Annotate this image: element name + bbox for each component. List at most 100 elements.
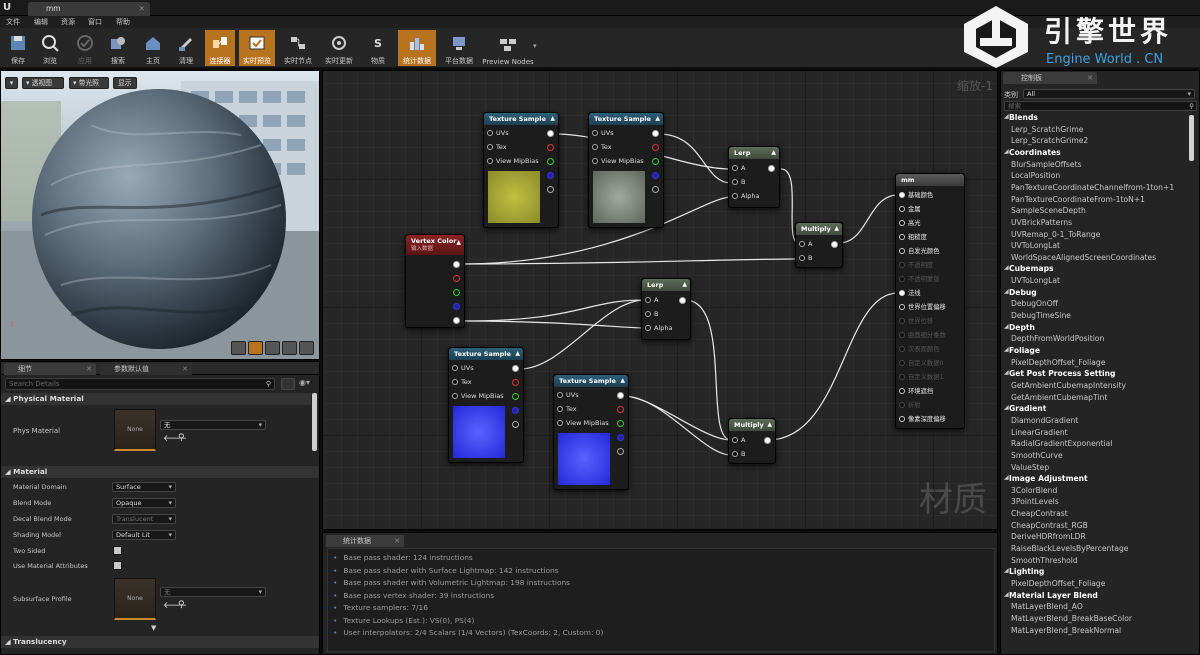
details-scrollbar[interactable] <box>312 393 317 451</box>
palette-item[interactable]: Lerp_ScratchGrime2 <box>1011 136 1200 145</box>
output-g-pin[interactable] <box>453 289 460 296</box>
menu-edit[interactable]: 编辑 <box>34 17 48 27</box>
shading-model-select[interactable]: Default Lit <box>112 530 176 540</box>
palette-item[interactable]: BlurSampleOffsets <box>1011 160 1200 169</box>
pin-tex[interactable]: Tex <box>557 405 577 413</box>
connector-button[interactable]: 连接器 <box>205 30 235 66</box>
pin-alpha[interactable]: Alpha <box>645 324 672 332</box>
output-r-pin[interactable] <box>652 144 659 151</box>
platform-stats-button[interactable]: 平台数据 <box>440 30 478 66</box>
teapot-shape-icon[interactable] <box>299 341 314 355</box>
preview-nodes-button[interactable]: Preview Nodes <box>480 30 536 66</box>
tab-details[interactable]: 细节 ✕ <box>4 363 96 375</box>
palette-item[interactable]: DebugTimeSine <box>1011 311 1200 320</box>
collapse-chevron-icon[interactable]: ▲ <box>834 225 839 232</box>
palette-item[interactable]: UVBrickPatterns <box>1011 218 1200 227</box>
phys-material-select[interactable]: 无 <box>160 420 266 430</box>
result-input-pin[interactable]: 自发光颜色 <box>899 246 939 255</box>
result-input-pin[interactable]: 世界位置偏移 <box>899 302 946 311</box>
browse-button[interactable]: 浏览 <box>36 30 64 66</box>
eye-icon[interactable]: ◉▾ <box>299 378 310 387</box>
menu-assets[interactable]: 资源 <box>61 17 75 27</box>
material-domain-select[interactable]: Surface <box>112 482 176 492</box>
result-input-pin[interactable]: 自定义数据1 <box>899 372 944 381</box>
stats-button[interactable]: 统计数据 <box>398 30 436 66</box>
palette-item[interactable]: GetAmbientCubemapTint <box>1011 393 1200 402</box>
output-g-pin[interactable] <box>652 158 659 165</box>
subsurface-profile-select[interactable]: 无 <box>160 587 266 597</box>
pin-tex[interactable]: Tex <box>592 143 612 151</box>
palette-item[interactable]: ValueStep <box>1011 463 1200 472</box>
pin-view-mipbias[interactable]: View MipBias <box>592 157 644 165</box>
output-rgb-pin[interactable] <box>547 130 554 137</box>
menu-file[interactable]: 文件 <box>6 17 20 27</box>
output-rgb-pin[interactable] <box>652 130 659 137</box>
pin-view-mipbias[interactable]: View MipBias <box>452 392 504 400</box>
pin-uvs[interactable]: UVs <box>592 129 614 137</box>
pin-uvs[interactable]: UVs <box>487 129 509 137</box>
output-g-pin[interactable] <box>547 158 554 165</box>
result-input-pin[interactable]: 世界位移 <box>899 316 933 325</box>
sphere-shape-icon[interactable] <box>248 341 263 355</box>
blend-mode-select[interactable]: Opaque <box>112 498 176 508</box>
substance-button[interactable]: S 物质 <box>364 30 392 66</box>
palette-item[interactable]: LinearGradient <box>1011 428 1200 437</box>
palette-item[interactable]: DeriveHDRfromLDR <box>1011 532 1200 541</box>
lit-button[interactable]: ▾ 带光照 <box>69 77 109 89</box>
tab-parameter-defaults[interactable]: 参数默认值 ✕ <box>100 363 192 375</box>
multiply-node[interactable]: Multiply ▲ A B <box>795 222 843 268</box>
material-result-node[interactable]: mm 基础颜色 金属 高光 粗糙度 自发光颜色 不透明度 不透明蒙版 法线 世界位置偏移 世界位移… <box>895 173 965 429</box>
pin-tex[interactable]: Tex <box>487 143 507 151</box>
subsurface-profile-thumbnail[interactable]: None <box>114 578 156 620</box>
palette-item[interactable]: DepthFromWorldPosition <box>1011 334 1200 343</box>
result-input-pin[interactable]: 不透明蒙版 <box>899 274 939 283</box>
asset-tab[interactable]: mm ✕ <box>28 2 150 16</box>
result-input-pin[interactable]: 不透明度 <box>899 260 933 269</box>
palette-item[interactable]: GetAmbientCubemapIntensity <box>1011 381 1200 390</box>
collapse-chevron-icon[interactable]: ▲ <box>515 350 520 357</box>
collapse-chevron-icon[interactable]: ▲ <box>550 115 555 122</box>
palette-item[interactable]: WorldSpaceAlignedScreenCoordinates <box>1011 253 1200 262</box>
result-input-pin[interactable]: 法线 <box>899 288 921 297</box>
collapse-chevron-icon[interactable]: ▲ <box>767 421 772 428</box>
output-b-pin[interactable] <box>453 303 460 310</box>
collapse-chevron-icon[interactable]: ▲ <box>620 377 625 384</box>
pin-alpha[interactable]: Alpha <box>732 192 759 200</box>
result-input-pin[interactable]: 高光 <box>899 218 921 227</box>
toolbar-overflow-chevron-icon[interactable]: ▾ <box>533 42 537 50</box>
menu-help[interactable]: 帮助 <box>116 17 130 27</box>
output-a-pin[interactable] <box>512 421 519 428</box>
output-r-pin[interactable] <box>617 406 624 413</box>
pin-a[interactable]: A <box>645 296 658 304</box>
result-input-pin[interactable]: 像素深度偏移 <box>899 414 946 423</box>
cube-shape-icon[interactable] <box>282 341 297 355</box>
pin-b[interactable]: B <box>732 178 745 186</box>
palette-item[interactable]: MatLayerBlend_BreakNormal <box>1011 626 1200 635</box>
output-rgb-pin[interactable] <box>617 392 624 399</box>
view-options-icon[interactable] <box>281 378 295 390</box>
browse-search-icon[interactable]: ⚲ <box>178 600 185 610</box>
palette-item[interactable]: DebugOnOff <box>1011 299 1200 308</box>
output-rgb-pin[interactable] <box>512 365 519 372</box>
details-search-input[interactable]: Search Details ⚲ <box>5 378 275 390</box>
output-pin[interactable] <box>764 437 771 444</box>
palette-item[interactable]: PixelDepthOffset_Foliage <box>1011 358 1200 367</box>
pin-view-mipbias[interactable]: View MipBias <box>557 419 609 427</box>
palette-item[interactable]: PixelDepthOffset_Foliage <box>1011 579 1200 588</box>
close-icon[interactable]: ✕ <box>1087 72 1093 84</box>
palette-item[interactable]: UVToLongLat <box>1011 241 1200 250</box>
result-input-pin[interactable]: 环境遮挡 <box>899 386 933 395</box>
texture-sample-node[interactable]: Texture Sample ▲ UVs Tex View MipBias <box>448 347 524 463</box>
category-select[interactable]: All <box>1023 89 1195 99</box>
close-icon[interactable]: ✕ <box>394 535 400 547</box>
collapse-chevron-icon[interactable]: ▲ <box>655 115 660 122</box>
palette-item[interactable]: UVRemap_0-1_ToRange <box>1011 230 1200 239</box>
clean-button[interactable]: 清理 <box>172 30 200 66</box>
output-pin[interactable] <box>679 297 686 304</box>
collapse-chevron-icon[interactable]: ▲ <box>771 149 776 156</box>
palette-item[interactable]: UVToLongLat <box>1011 276 1200 285</box>
output-a-pin[interactable] <box>547 186 554 193</box>
result-input-pin[interactable]: 折射 <box>899 400 921 409</box>
palette-item[interactable]: SmoothCurve <box>1011 451 1200 460</box>
output-b-pin[interactable] <box>512 407 519 414</box>
